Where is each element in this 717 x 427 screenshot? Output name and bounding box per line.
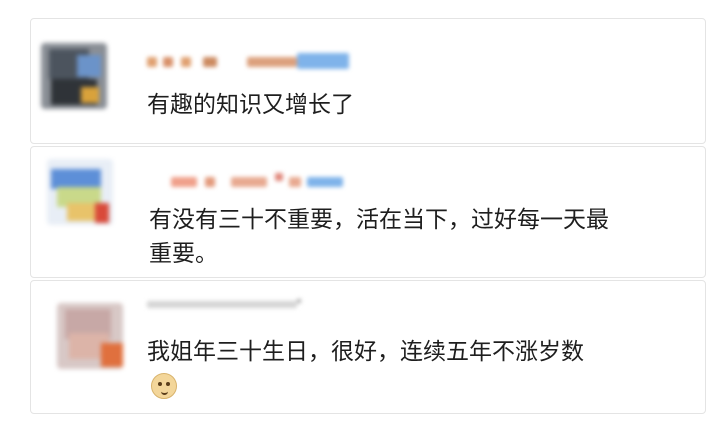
comment-text-line-2: 重要。 [149,241,218,267]
comment-text-line-1: 有没有三十不重要，活在当下，过好每一天最 [149,207,609,233]
comment-card-3: 我姐年三十生日，很好，连续五年不涨岁数 [30,280,706,414]
doge-icon [151,373,177,399]
comment-text: 我姐年三十生日，很好，连续五年不涨岁数 [147,339,584,365]
avatar[interactable] [41,43,107,109]
avatar[interactable] [57,303,123,369]
comment-card-2: 有没有三十不重要，活在当下，过好每一天最 重要。 [30,146,706,278]
comment-text: 有趣的知识又增长了 [147,92,354,118]
avatar[interactable] [47,159,113,225]
username[interactable] [171,173,361,191]
comment-card-1: 有趣的知识又增长了 [30,18,706,144]
username[interactable] [147,53,357,71]
username[interactable] [147,299,307,311]
